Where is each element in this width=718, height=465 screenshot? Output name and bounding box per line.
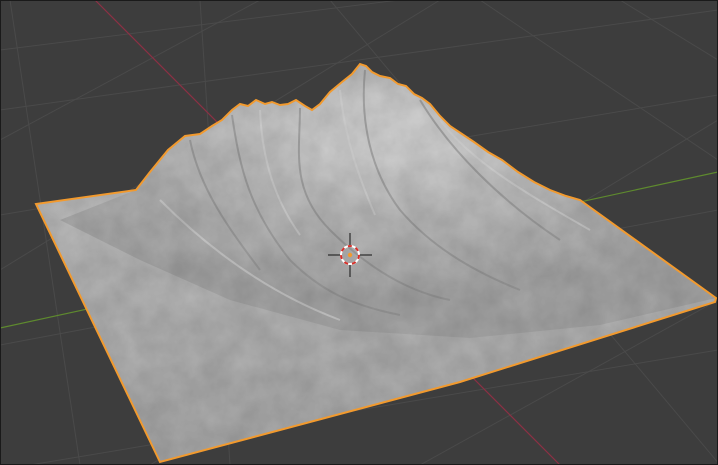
grid-line (479, 0, 718, 161)
3d-viewport[interactable] (0, 0, 718, 465)
grid-line (619, 0, 718, 61)
grid-line (0, 0, 261, 141)
viewport-canvas[interactable] (0, 0, 718, 465)
terrain-mesh[interactable] (34, 60, 718, 465)
